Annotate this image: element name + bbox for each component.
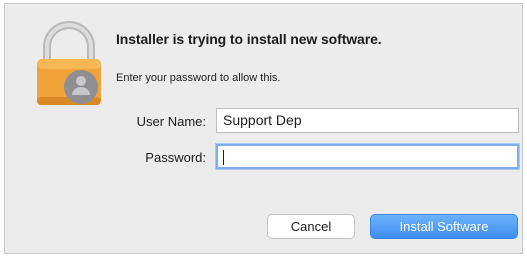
padlock-icon [37,21,101,105]
username-field[interactable]: Support Dep [216,108,519,133]
auth-dialog: Installer is trying to install new softw… [4,3,523,254]
cancel-button[interactable]: Cancel [267,214,355,239]
dialog-message: Enter your password to allow this. [116,72,281,84]
password-label: Password: [145,150,206,165]
dialog-title: Installer is trying to install new softw… [116,31,382,47]
password-field[interactable] [216,144,519,169]
install-software-button[interactable]: Install Software [370,214,518,239]
username-label: User Name: [136,114,206,129]
text-cursor [223,149,224,165]
username-value: Support Dep [223,112,302,128]
